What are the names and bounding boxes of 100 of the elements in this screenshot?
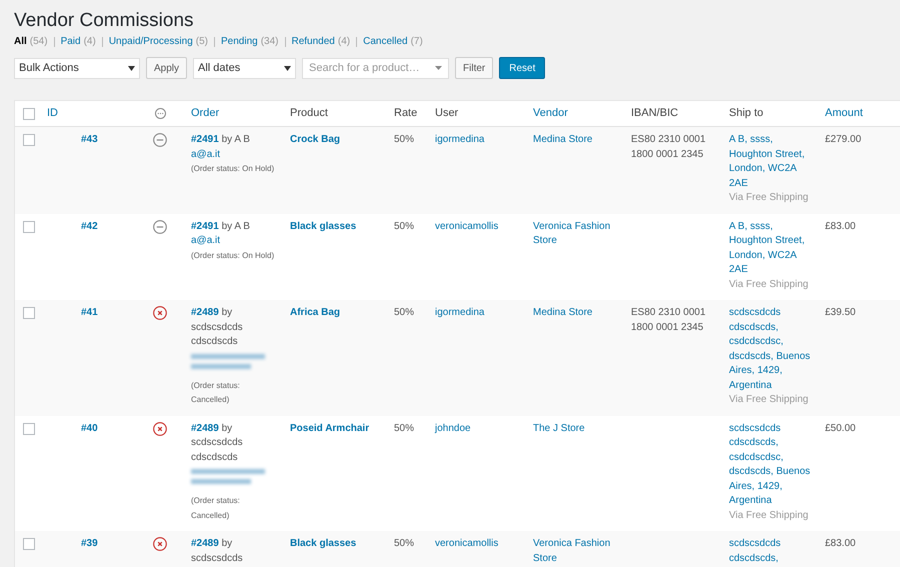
column-header: Ship to [729, 106, 764, 122]
minus-circle-icon [153, 133, 167, 147]
filter-count: (4) [338, 35, 350, 49]
rate-text: 50% [394, 220, 414, 232]
amount-text: £83.00 [825, 538, 856, 549]
user-link[interactable]: johndoe [435, 422, 471, 434]
checkbox[interactable] [23, 108, 35, 120]
vendor-link[interactable]: Medina Store [533, 133, 617, 148]
checkbox[interactable] [23, 538, 35, 550]
vendor-link[interactable]: Veronica Fashion Store [533, 537, 617, 566]
amount-text: £83.00 [825, 220, 856, 232]
filter-link[interactable]: Refunded [292, 35, 335, 49]
order-status: (Order status: On Hold) [191, 163, 274, 175]
checkbox[interactable] [23, 422, 35, 434]
order-status: (Order status: Cancelled) [191, 495, 241, 522]
ship-to-address[interactable]: A B, ssss, Houghton Street, London, WC2A 2AE [729, 133, 813, 191]
rate-text: 50% [394, 307, 414, 318]
order-summary: #2489 by scdscsdcds [191, 537, 244, 566]
shipping-method: Via Free Shipping [729, 508, 808, 522]
shipping-method: Via Free Shipping [729, 278, 808, 292]
vendor-link[interactable]: The J Store [533, 422, 617, 436]
rate-text: 50% [394, 422, 414, 434]
commission-id-link[interactable]: #39 [81, 538, 98, 549]
order-link[interactable]: #2489 [191, 422, 219, 434]
commission-id-link[interactable]: #41 [81, 307, 98, 318]
ship-to-address[interactable]: scdscsdcds cdscdscds, csdcdscdsc, dscdscds, Buenos Aires, 1429, Argentina [729, 422, 813, 508]
cancel-circle-icon [153, 537, 167, 551]
commission-id-link[interactable]: #43 [81, 134, 98, 145]
user-link[interactable]: veronicamollis [435, 220, 498, 232]
filter-count: (34) [260, 35, 278, 49]
checkbox[interactable] [23, 307, 35, 319]
filter-link[interactable]: All [14, 35, 27, 49]
sortable-column-header[interactable]: ID [47, 105, 58, 122]
user-link[interactable]: igormedina [435, 134, 484, 145]
email-link[interactable]: a@a.it [191, 148, 220, 162]
product-link[interactable]: Poseid Armchair [290, 422, 370, 434]
order-link[interactable]: #2489 [191, 307, 219, 318]
filter-link[interactable]: Pending [221, 35, 258, 49]
product-search-field[interactable]: Search for a product… [302, 58, 450, 78]
reset-button[interactable]: Reset [499, 57, 546, 79]
bulk-actions-dropdown[interactable]: Bulk Actions [14, 58, 140, 78]
filter-count: (4) [84, 35, 96, 49]
filter-count: (54) [30, 35, 48, 49]
status-icon [155, 108, 166, 119]
filter-count: (5) [196, 35, 208, 49]
column-header: IBAN/BIC [631, 106, 678, 122]
ship-to-address[interactable]: A B, ssss, Houghton Street, London, WC2A 2AE [729, 220, 813, 278]
commission-id-link[interactable]: #40 [81, 422, 98, 434]
ship-to-address[interactable]: scdscsdcds cdscdscds, csdcdscdsc, dscdscds, Buenos Aires, 1429, Argentina [729, 306, 813, 393]
sortable-column-header[interactable]: Amount [825, 105, 863, 122]
column-header: Product [290, 106, 328, 122]
date-filter-dropdown[interactable]: All dates [193, 58, 296, 78]
cancel-circle-icon [153, 306, 167, 320]
rate-text: 50% [394, 538, 414, 549]
user-link[interactable]: igormedina [435, 307, 484, 318]
rate-text: 50% [394, 134, 414, 145]
filter-link[interactable]: Paid [60, 35, 81, 49]
order-link[interactable]: #2489 [191, 538, 219, 549]
product-link[interactable]: Crock Bag [290, 134, 340, 145]
checkbox[interactable] [23, 134, 35, 146]
order-summary: #2489 by scdscsdcds cdscdscds [191, 306, 244, 349]
iban-text: ES80 2310 0001 1800 0001 2345 [631, 134, 706, 160]
dropdown-caret-icon [284, 66, 292, 70]
dropdown-caret-icon [128, 66, 135, 70]
commission-id-link[interactable]: #42 [81, 220, 98, 232]
order-link[interactable]: #2491 [191, 134, 219, 145]
order-status: (Order status: On Hold) [191, 250, 274, 262]
vendor-link[interactable]: Veronica Fashion Store [533, 220, 617, 248]
page-title: Vendor Commissions [14, 9, 195, 33]
shipping-method: Via Free Shipping [729, 393, 808, 407]
filter-button[interactable]: Filter [455, 57, 494, 79]
filter-link[interactable]: Cancelled [363, 35, 408, 49]
ship-to-address[interactable]: scdscsdcds cdscdscds, [729, 537, 813, 566]
apply-button[interactable]: Apply [146, 57, 188, 79]
cancel-circle-icon [153, 422, 167, 436]
order-link[interactable]: #2491 [191, 220, 219, 232]
amount-text: £50.00 [825, 422, 856, 434]
user-link[interactable]: veronicamollis [435, 538, 498, 549]
product-link[interactable]: Black glasses [290, 220, 356, 232]
iban-text: ES80 2310 0001 1800 0001 2345 [631, 307, 706, 332]
sortable-column-header[interactable]: Order [191, 105, 220, 122]
column-header: Rate [394, 106, 418, 122]
filter-count: (7) [410, 35, 423, 49]
order-summary: #2489 by scdscsdcds cdscdscds [191, 422, 244, 464]
amount-text: £39.50 [825, 307, 856, 318]
filter-link[interactable]: Unpaid/Processing [108, 35, 193, 49]
order-summary: #2491 by A B [191, 133, 250, 147]
email-link[interactable]: a@a.it [191, 234, 220, 248]
vendor-link[interactable]: Medina Store [533, 306, 617, 320]
shipping-method: Via Free Shipping [729, 191, 808, 205]
checkbox[interactable] [23, 220, 35, 232]
sortable-column-header[interactable]: Vendor [533, 105, 568, 122]
product-link[interactable]: Black glasses [290, 538, 356, 549]
column-header: User [435, 106, 458, 122]
order-summary: #2491 by A B [191, 220, 250, 234]
dropdown-caret-icon [435, 66, 442, 70]
amount-text: £279.00 [825, 134, 862, 145]
order-status: (Order status: Cancelled) [191, 380, 241, 406]
product-link[interactable]: Africa Bag [290, 307, 340, 318]
minus-circle-icon [153, 220, 167, 234]
